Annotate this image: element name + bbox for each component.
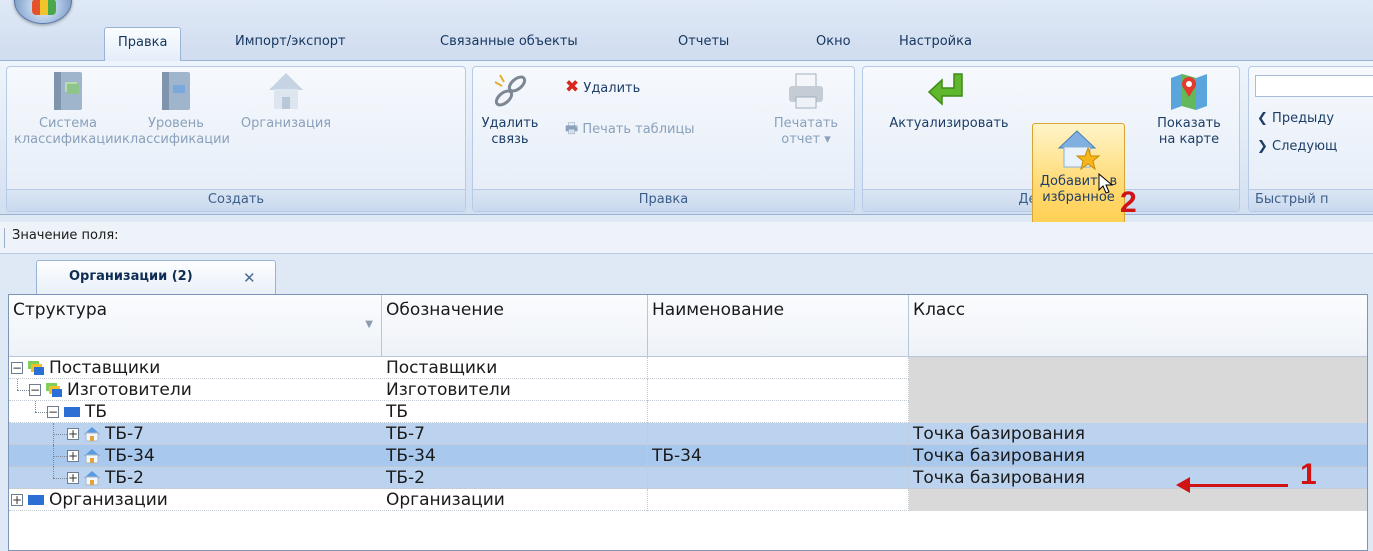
tree-line (53, 456, 67, 457)
expand-icon[interactable]: + (67, 427, 79, 441)
annotation-arrow (1186, 484, 1288, 487)
tab-settings[interactable]: Настройка (886, 27, 985, 61)
bar-separator (4, 228, 6, 248)
chevron-left-icon: ❮ (1257, 111, 1268, 126)
previous-button[interactable]: ❮ Предыду (1257, 111, 1334, 126)
tab-reports[interactable]: Отчеты (665, 27, 742, 61)
annotation-number-1: 1 (1300, 458, 1317, 491)
house-star-icon (1057, 130, 1100, 171)
actualize-button[interactable]: Актуализировать (869, 70, 1029, 132)
table-row[interactable]: − Поставщики Поставщики (9, 357, 1367, 379)
close-icon[interactable]: ✕ (243, 269, 256, 287)
organization-button[interactable]: Организация (231, 70, 341, 132)
field-value-bar: Значение поля: (0, 222, 1373, 254)
tab-related-objects[interactable]: Связанные объекты (427, 27, 591, 61)
level-icon (28, 495, 44, 505)
column-header-name[interactable]: Наименование (648, 295, 909, 357)
red-x-icon: ✖ (565, 77, 580, 97)
table-row[interactable]: + ТБ-34 ТБ-34 ТБ-34 Точка базирования (9, 445, 1367, 467)
house-icon (84, 449, 100, 464)
ribbon-group-edit: Удалить связь ✖ Удалить 🖶 Печать таблицы… (472, 66, 855, 212)
print-report-button[interactable]: Печатать отчет ▾ (763, 70, 849, 148)
tree-line (53, 434, 67, 435)
tab-import-export[interactable]: Импорт/экспорт (222, 27, 359, 61)
table-row[interactable]: + ТБ-7 ТБ-7 Точка базирования (9, 423, 1367, 445)
broken-chain-icon (494, 74, 527, 107)
tab-organizations-label: Организации (2) (69, 269, 193, 284)
classification-level-button[interactable]: Уровень классификации (121, 70, 231, 148)
grid-header: Структура ▼ Обозначение Наименование Клас… (9, 295, 1367, 357)
table-row[interactable]: − Изготовители Изготовители (9, 379, 1367, 401)
print-table-button[interactable]: 🖶 Печать таблицы (565, 118, 695, 142)
collapse-icon[interactable]: − (47, 405, 59, 419)
expand-icon[interactable]: + (67, 449, 79, 463)
tab-edit[interactable]: Правка (104, 27, 182, 61)
map-icon (1171, 74, 1207, 110)
table-row[interactable]: + ТБ-2 ТБ-2 Точка базирования (9, 467, 1367, 489)
annotation-arrow-head (1176, 477, 1190, 493)
group-label-edit: Правка (473, 189, 854, 211)
delete-button[interactable]: ✖ Удалить (565, 77, 640, 97)
ribbon-group-create: Система классификации Уровень классифика… (6, 66, 466, 212)
house-icon (269, 73, 303, 109)
printer-small-icon: 🖶 (565, 121, 579, 137)
document-tab-strip: Организации (2) ✕ (0, 254, 1373, 294)
sort-arrow-icon: ▼ (365, 319, 373, 330)
tree-line (53, 478, 67, 479)
tree-line (35, 412, 47, 413)
column-header-class[interactable]: Класс (909, 295, 1367, 357)
column-header-designation[interactable]: Обозначение (382, 295, 648, 357)
chevron-right-icon: ❯ (1257, 139, 1268, 154)
tree-line (17, 379, 18, 390)
book-level-icon (162, 72, 190, 110)
annotation-number-2: 2 (1120, 186, 1137, 219)
application-window: Правка Импорт/экспорт Связанные объекты … (0, 0, 1373, 551)
group-label-create: Создать (7, 189, 465, 211)
ribbon-group-quick-nav: ❮ Предыду ❯ Следующ Быстрый п (1248, 66, 1373, 212)
organizations-grid: Структура ▼ Обозначение Наименование Клас… (8, 294, 1368, 551)
tree-line (17, 390, 29, 391)
tree-line (35, 401, 36, 412)
field-value-label: Значение поля: (12, 228, 119, 243)
table-row[interactable]: + Организации Организации (9, 489, 1367, 511)
house-icon (84, 427, 100, 442)
tab-organizations[interactable]: Организации (2) ✕ (36, 260, 276, 294)
ribbon: Система классификации Уровень классифика… (0, 60, 1373, 245)
column-header-structure[interactable]: Структура ▼ (9, 295, 382, 357)
expand-icon[interactable]: + (67, 471, 79, 485)
next-button[interactable]: ❯ Следующ (1257, 139, 1337, 154)
app-menu-button[interactable] (14, 0, 72, 24)
house-icon (84, 471, 100, 486)
collapse-icon[interactable]: − (29, 383, 41, 397)
ribbon-tab-strip: Правка Импорт/экспорт Связанные объекты … (0, 0, 1373, 61)
level-icon (64, 407, 80, 417)
mouse-cursor-icon (1098, 173, 1114, 194)
show-on-map-button[interactable]: Показать на карте (1143, 70, 1235, 148)
quick-nav-input[interactable] (1255, 75, 1373, 97)
folder-hierarchy-icon (46, 383, 62, 397)
tab-window[interactable]: Окно (803, 27, 864, 61)
group-label-quick-nav: Быстрый п (1249, 189, 1373, 211)
delete-link-button[interactable]: Удалить связь (477, 70, 543, 148)
table-row[interactable]: − ТБ ТБ (9, 401, 1367, 423)
collapse-icon[interactable]: − (11, 361, 23, 375)
classification-system-button[interactable]: Система классификации (13, 70, 123, 148)
tree-line (53, 467, 54, 478)
book-icon (54, 72, 82, 110)
printer-icon (789, 73, 823, 109)
return-arrow-icon (927, 73, 963, 106)
expand-icon[interactable]: + (11, 493, 23, 507)
folder-hierarchy-icon (28, 361, 44, 375)
